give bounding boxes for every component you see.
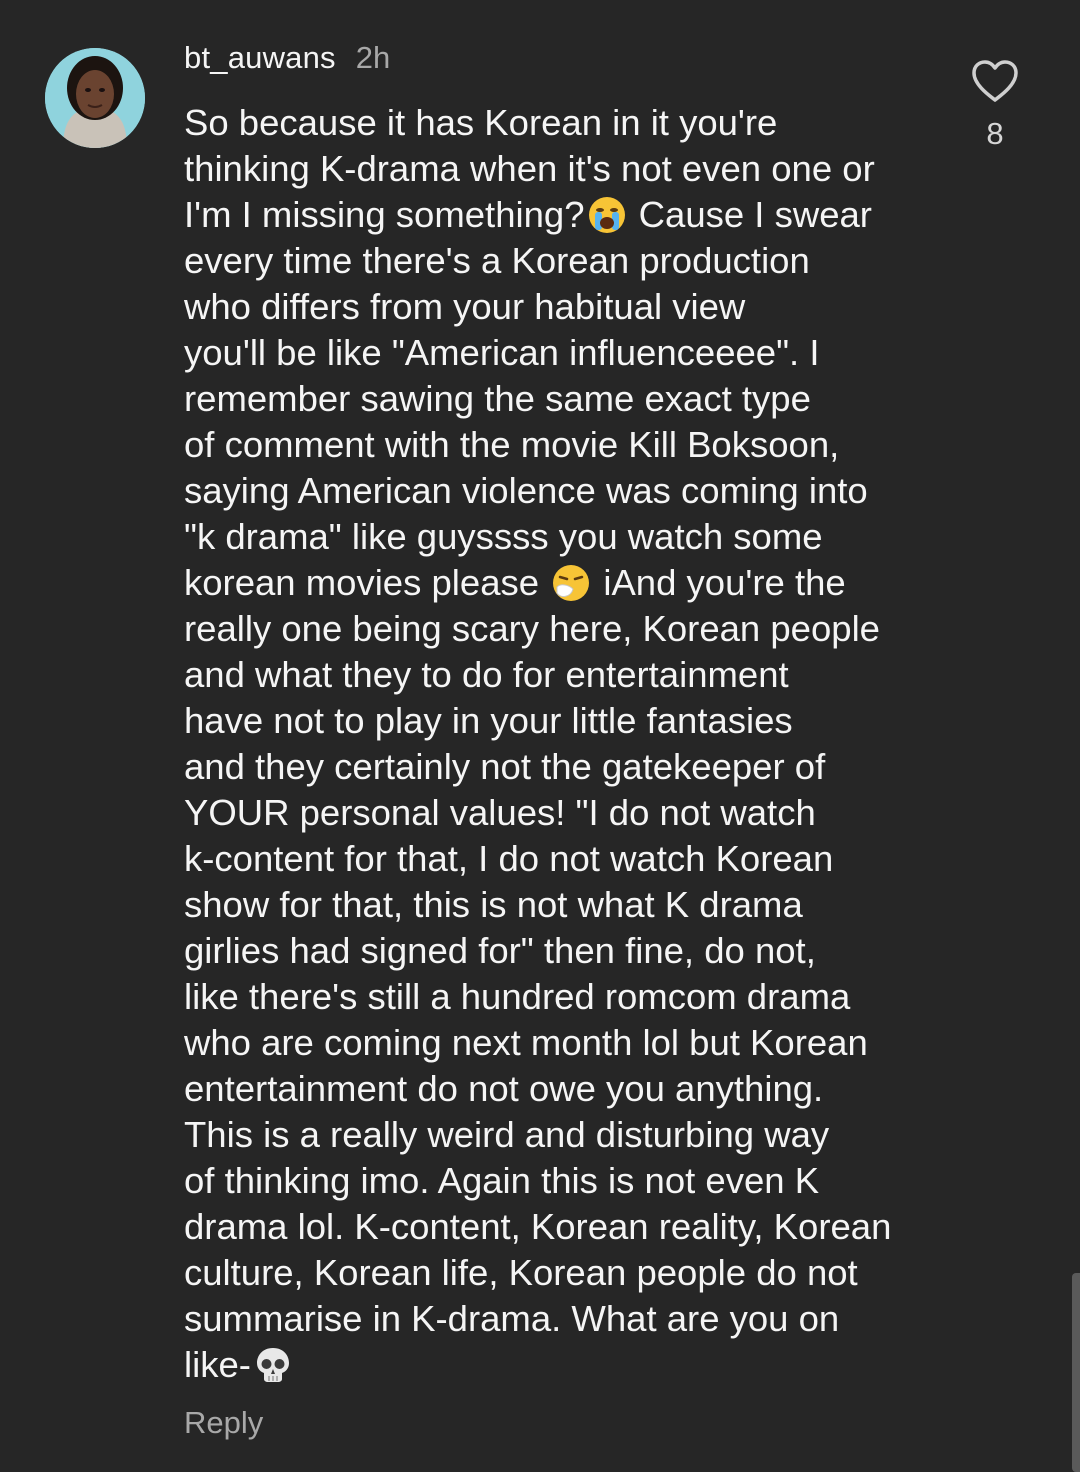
avatar-image	[45, 48, 145, 148]
comment-header: bt_auwans 2h	[184, 40, 390, 84]
crying-face-icon	[587, 195, 627, 235]
username[interactable]: bt_auwans	[184, 40, 336, 76]
scrollbar[interactable]	[1072, 1273, 1080, 1472]
heart-outline-icon[interactable]	[970, 58, 1020, 104]
skull-icon	[253, 1345, 293, 1385]
reply-button[interactable]: Reply	[184, 1405, 263, 1441]
sneezing-face-icon	[551, 563, 591, 603]
comment-text-part-2: Cause I swear every time there's a Korea…	[184, 194, 872, 603]
comment-item: bt_auwans 2h So because it has Korean in…	[0, 0, 1080, 1472]
like-count: 8	[986, 116, 1004, 151]
timestamp: 2h	[355, 40, 391, 75]
comment-text: So because it has Korean in it you're th…	[184, 100, 944, 1388]
comment-text-part-3: iAnd you're the really one being scary h…	[184, 562, 892, 1385]
avatar[interactable]	[45, 48, 145, 148]
